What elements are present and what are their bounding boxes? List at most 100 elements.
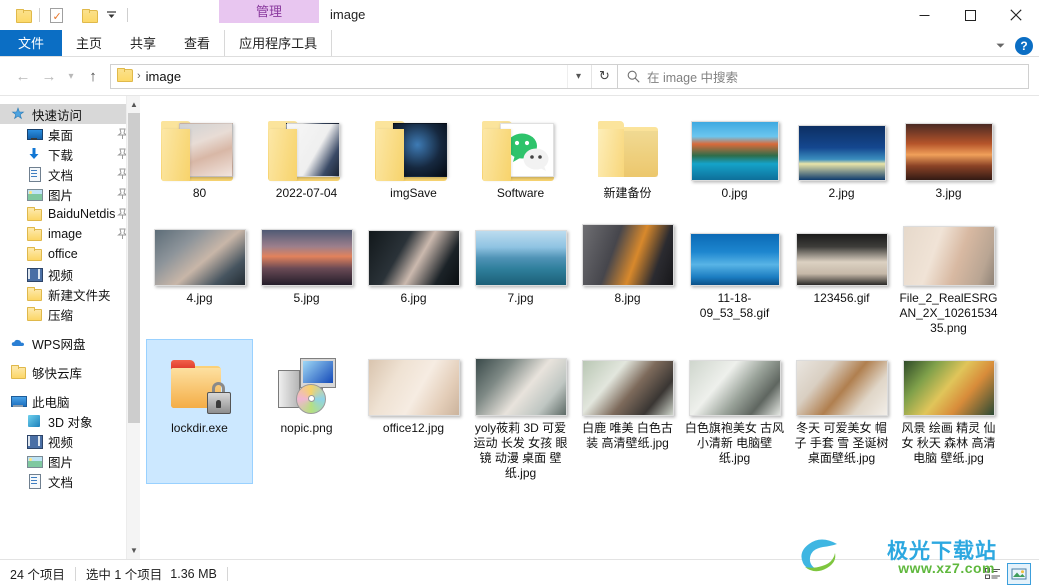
scroll-up-button[interactable]: ▲ [127, 96, 140, 113]
address-input[interactable]: › image ▾ ↻ [110, 63, 618, 89]
file-item[interactable]: nopic.png [253, 339, 360, 484]
sidebar-item-new-folder[interactable]: 新建文件夹 [0, 284, 140, 304]
refresh-button[interactable]: ↻ [591, 64, 617, 88]
pin-star-icon [10, 106, 26, 122]
file-item[interactable]: 7.jpg [467, 209, 574, 339]
file-item[interactable]: Software [467, 104, 574, 209]
file-name: File_2_RealESRGAN_2X_1026153435.png [899, 291, 998, 335]
qat-customize-button[interactable] [100, 4, 122, 26]
maximize-icon [964, 9, 976, 21]
pictures-icon [26, 186, 43, 202]
file-item[interactable]: 4.jpg [146, 209, 253, 339]
folder-icon [26, 206, 42, 222]
tab-application-tools[interactable]: 应用程序工具 [224, 30, 333, 57]
sidebar-item-downloads[interactable]: 下载 [0, 144, 140, 164]
file-item[interactable]: yoly莜莉 3D 可爱 运动 长发 女孩 眼镜 动漫 桌面 壁纸.jpg [467, 339, 574, 484]
contextual-tab-title: 管理 [219, 0, 319, 23]
tab-share[interactable]: 共享 [116, 30, 170, 57]
help-button[interactable]: ? [1015, 37, 1033, 55]
address-dropdown-button[interactable]: ▾ [567, 64, 589, 88]
file-item[interactable]: 80 [146, 104, 253, 209]
file-name: 3.jpg [935, 186, 962, 200]
sidebar-item-videos[interactable]: 视频 [0, 264, 140, 284]
sidebar-item-label: 此电脑 [32, 395, 70, 410]
sidebar-item-documents[interactable]: 文档 [0, 164, 140, 184]
thumbnail [794, 344, 890, 416]
scroll-down-button[interactable]: ▼ [127, 542, 140, 559]
tab-view[interactable]: 查看 [170, 30, 224, 57]
file-item[interactable]: 冬天 可爱美女 帽子 手套 雪 圣诞树 桌面壁纸.jpg [788, 339, 895, 484]
file-item[interactable]: 3.jpg [895, 104, 1002, 209]
search-box[interactable]: 在 image 中搜索 [618, 63, 1029, 89]
sidebar-item-compressed[interactable]: 压缩 [0, 304, 140, 324]
sidebar-item-label: BaiduNetdis [48, 207, 116, 221]
file-item[interactable]: 6.jpg [360, 209, 467, 339]
large-icons-view-icon [1011, 568, 1027, 580]
thumbnail [259, 344, 355, 416]
file-item[interactable]: 11-18-09_53_58.gif [681, 209, 788, 339]
collapse-ribbon-button[interactable]: ⏷ [996, 40, 1005, 53]
qat-folder-icon[interactable] [12, 4, 34, 26]
sidebar-item-label: 新建文件夹 [48, 288, 111, 303]
file-item[interactable]: 123456.gif [788, 209, 895, 339]
file-name: nopic.png [280, 421, 333, 435]
sidebar-item-3d-objects[interactable]: 3D 对象 [0, 411, 140, 431]
forward-button[interactable]: → [36, 63, 62, 89]
maximize-button[interactable] [947, 0, 993, 30]
thumbnail [473, 214, 569, 286]
minimize-button[interactable] [901, 0, 947, 30]
folder-with-preview-icon [481, 117, 560, 181]
file-item[interactable]: 新建备份 [574, 104, 681, 209]
title-bar: ✓ 管理 image [0, 0, 1039, 30]
file-item[interactable]: 2.jpg [788, 104, 895, 209]
sidebar-item-label: office [48, 247, 78, 261]
file-name: Software [496, 186, 545, 200]
navigation-scrollbar[interactable]: ▲ ▼ [126, 96, 140, 559]
scrollbar-thumb[interactable] [128, 113, 140, 423]
file-item[interactable]: lockdir.exe [146, 339, 253, 484]
sidebar-item-gooqi-cloud[interactable]: 够快云库 [0, 362, 140, 382]
details-view-button[interactable] [981, 563, 1005, 585]
sidebar-item-this-pc[interactable]: 此电脑 [0, 391, 140, 411]
file-item[interactable]: 0.jpg [681, 104, 788, 209]
sidebar-item-baidunetdisk[interactable]: BaiduNetdis [0, 204, 140, 224]
sidebar-item-wps-cloud[interactable]: WPS网盘 [0, 333, 140, 353]
tab-file[interactable]: 文件 [0, 30, 63, 57]
file-item[interactable]: 5.jpg [253, 209, 360, 339]
file-item[interactable]: imgSave [360, 104, 467, 209]
up-button[interactable]: ↑ [80, 63, 106, 89]
navigation-tree: 快速访问 桌面 下载 文档 图片 BaiduNetdis image offic… [0, 96, 140, 491]
file-item[interactable]: 2022-07-04 [253, 104, 360, 209]
sidebar-item-quick-access[interactable]: 快速访问 [0, 104, 140, 124]
back-button[interactable]: ← [10, 63, 36, 89]
file-item[interactable]: 白色旗袍美女 古风 小清新 电脑壁纸.jpg [681, 339, 788, 484]
file-name: yoly莜莉 3D 可爱 运动 长发 女孩 眼镜 动漫 桌面 壁纸.jpg [473, 421, 568, 480]
qat-properties-icon[interactable]: ✓ [45, 4, 67, 26]
file-item[interactable]: 风景 绘画 精灵 仙女 秋天 森林 高清 电脑 壁纸.jpg [895, 339, 1002, 484]
video-icon [26, 266, 43, 282]
file-item[interactable]: File_2_RealESRGAN_2X_1026153435.png [895, 209, 1002, 339]
file-name: 7.jpg [507, 291, 534, 305]
folder-icon [26, 286, 42, 302]
sidebar-item-pc-videos[interactable]: 视频 [0, 431, 140, 451]
file-item[interactable]: 8.jpg [574, 209, 681, 339]
tab-home[interactable]: 主页 [62, 30, 116, 57]
sidebar-item-label: 视频 [48, 268, 74, 283]
file-item[interactable]: office12.jpg [360, 339, 467, 484]
breadcrumb-current[interactable]: image [146, 69, 181, 84]
close-button[interactable] [993, 0, 1039, 30]
qat-new-folder-icon[interactable] [78, 4, 100, 26]
image-thumbnail [367, 230, 460, 286]
large-icons-view-button[interactable] [1007, 563, 1031, 585]
sidebar-item-desktop[interactable]: 桌面 [0, 124, 140, 144]
sidebar-item-image[interactable]: image [0, 224, 140, 244]
sidebar-item-pictures[interactable]: 图片 [0, 184, 140, 204]
sidebar-item-pc-pictures[interactable]: 图片 [0, 451, 140, 471]
sidebar-item-office[interactable]: office [0, 244, 140, 264]
folder-with-preview-icon [374, 117, 453, 181]
sidebar-item-pc-documents[interactable]: 文档 [0, 471, 140, 491]
file-list-view[interactable]: 80 2022-07-04 imgSave Software 新建备份 0.jp… [140, 96, 1039, 559]
recent-locations-button[interactable]: ▾ [62, 63, 80, 89]
file-item[interactable]: 白鹿 唯美 白色古装 高清壁纸.jpg [574, 339, 681, 484]
